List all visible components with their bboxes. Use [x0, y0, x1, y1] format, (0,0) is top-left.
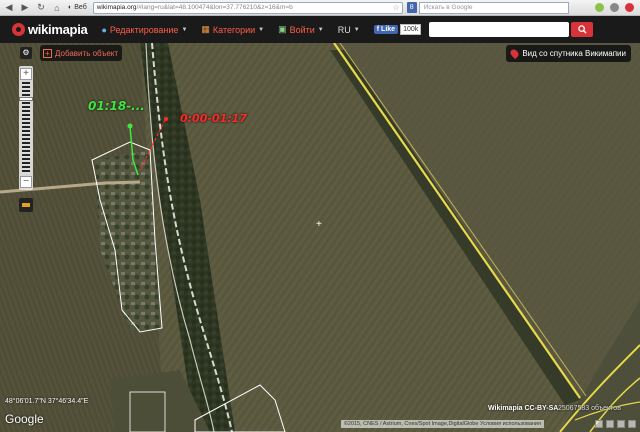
facebook-icon: f [376, 26, 380, 33]
facebook-like-button[interactable]: f Like [373, 25, 399, 34]
settings-gear-icon[interactable]: ⚙ [20, 47, 32, 59]
green-track-point [127, 123, 133, 129]
zoom-slider-handle[interactable] [19, 97, 33, 101]
track-label-red: 0:00-01:17 [180, 112, 247, 125]
satellite-view-button[interactable]: Вид со спутника Викимапии [506, 45, 631, 62]
chevron-down-icon: ▼ [353, 26, 360, 33]
browser-window: { "browser": { "page_label": "Веб", "url… [0, 0, 640, 432]
logo[interactable]: wikimapia [12, 22, 88, 37]
status-icon[interactable] [617, 420, 625, 428]
page-label: ◐ Веб [68, 4, 87, 11]
track-label-green: 01:18-... [88, 99, 145, 113]
status-icon[interactable] [628, 420, 636, 428]
web-icon: ◐ [68, 4, 73, 11]
browser-search-input[interactable]: Искать в Google [418, 1, 569, 14]
map-search-button[interactable] [571, 22, 594, 37]
search-icon [578, 25, 587, 34]
object-count: 25067583 объектов [558, 405, 621, 412]
zoom-slider[interactable] [22, 82, 30, 174]
menu-categories[interactable]: ▦ Категории ▼ [201, 24, 264, 35]
wikimapia-logo-icon [12, 23, 25, 36]
menu-language[interactable]: RU ▼ [338, 25, 360, 35]
home-icon[interactable]: ⌂ [50, 1, 64, 15]
imagery-copyright: ©2015, CNES / Astrium, Cnes/Spot Image,D… [340, 420, 544, 428]
download-icon[interactable] [595, 3, 604, 12]
url-host: wikimapia.org [96, 4, 137, 11]
globe-icon: ● [101, 24, 107, 35]
login-icon: ▣ [278, 24, 287, 34]
search-engine-icon[interactable]: 8 [406, 2, 417, 13]
status-icon[interactable] [595, 420, 603, 428]
url-path: /#lang=ru&lat=48.100474&lon=37.776210&z=… [136, 4, 293, 11]
browser-toolbar: ◀ ▶ ↻ ⌂ ◐ Веб wikimapia.org/#lang=ru&lat=… [0, 0, 640, 16]
menu-login[interactable]: ▣ Войти ▼ [278, 24, 324, 35]
layers-icon[interactable] [19, 198, 33, 212]
categories-icon: ▦ [201, 24, 210, 34]
chevron-down-icon: ▼ [258, 26, 265, 33]
zoom-in-button[interactable]: + [20, 68, 32, 80]
menu-edit[interactable]: ● Редактирование ▼ [101, 25, 187, 35]
red-track-point [164, 117, 168, 121]
map-search-input[interactable] [429, 22, 570, 37]
add-object-button[interactable]: + Добавить объект [40, 45, 123, 61]
extension-icon[interactable] [625, 3, 634, 12]
zoom-out-button[interactable]: − [20, 176, 32, 188]
wikimapia-header: wikimapia ● Редактирование ▼ ▦ Категории… [0, 16, 640, 43]
google-logo: Google [5, 412, 44, 426]
chevron-down-icon: ▼ [181, 26, 188, 33]
address-bar[interactable]: wikimapia.org/#lang=ru&lat=48.100474&lon… [92, 1, 403, 14]
cursor-coordinates: 48°06'01.7"N 37°46'34.4"E [5, 398, 89, 405]
zoom-control: + − [19, 66, 33, 190]
browser-extensions [595, 3, 634, 12]
back-icon[interactable]: ◀ [2, 1, 16, 15]
forward-icon[interactable]: ▶ [18, 1, 32, 15]
map-pin-icon [509, 47, 521, 60]
reload-icon[interactable]: ↻ [34, 1, 48, 15]
chevron-down-icon: ▼ [317, 26, 324, 33]
facebook-like[interactable]: f Like 100k [373, 24, 422, 35]
license-label[interactable]: Wikimapia CC-BY-SA [488, 405, 558, 412]
bookmark-star-icon[interactable]: ☆ [393, 3, 400, 12]
settings-icon[interactable] [610, 3, 619, 12]
crosshair-icon: + [316, 219, 322, 230]
plus-icon: + [43, 48, 52, 58]
like-count: 100k [400, 24, 422, 35]
status-icons [595, 420, 636, 428]
status-icon[interactable] [606, 420, 614, 428]
